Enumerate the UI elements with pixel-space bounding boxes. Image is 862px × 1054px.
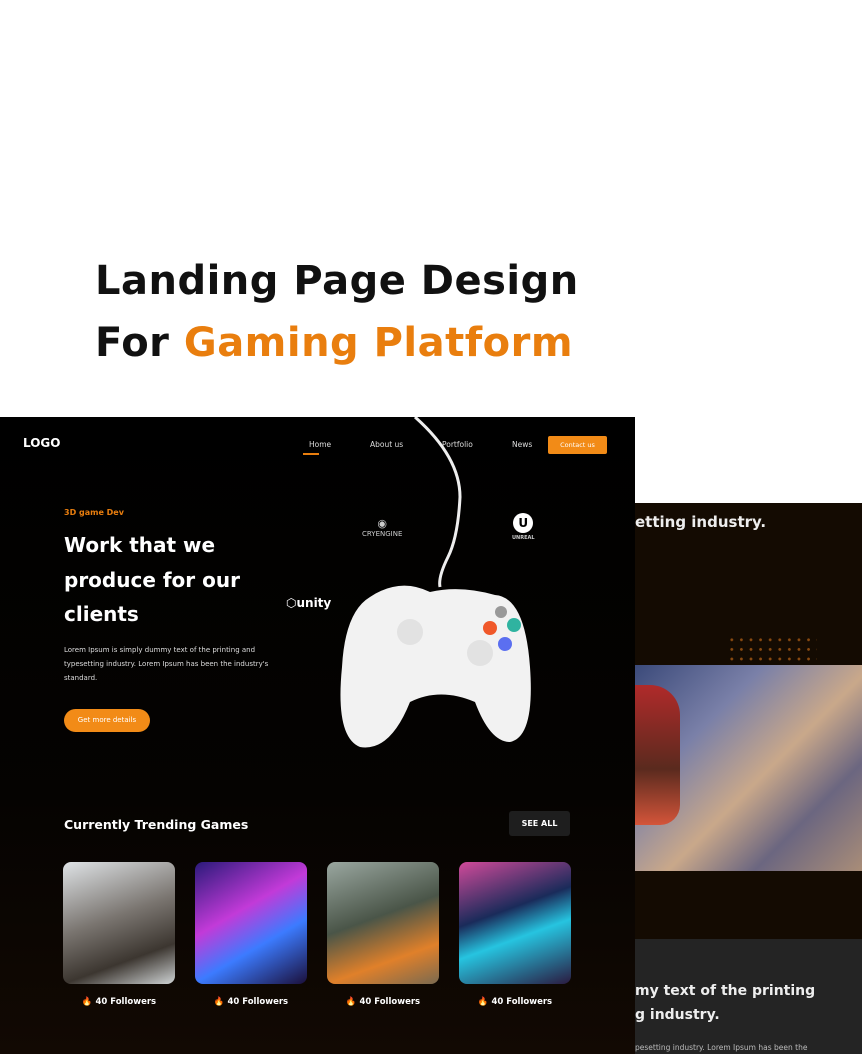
followers-count: 🔥 40 Followers <box>195 997 307 1007</box>
followers-count: 🔥 40 Followers <box>327 997 439 1007</box>
back-body: pesetting industry. Lorem Ipsum has been… <box>635 1043 808 1052</box>
nav-home[interactable]: Home <box>309 440 331 449</box>
fire-icon: 🔥 <box>477 997 489 1007</box>
followers-label: 40 Followers <box>227 997 289 1007</box>
back-heading2: g industry. <box>635 1007 720 1023</box>
back-preview-panel: etting industry. my text of the printing… <box>635 503 862 1054</box>
page-heading-line2: For Gaming Platform <box>95 320 573 366</box>
game-banner-image <box>635 665 862 871</box>
heading-prefix: For <box>95 320 170 366</box>
see-all-button[interactable]: SEE ALL <box>509 811 570 836</box>
unity-logo: ⬡unity <box>286 596 331 610</box>
followers-label: 40 Followers <box>491 997 553 1007</box>
hero-title: Work that we produce for our clients <box>64 533 240 626</box>
followers-count: 🔥 40 Followers <box>459 997 571 1007</box>
unity-label: unity <box>296 596 332 610</box>
back-text: etting industry. <box>635 513 767 531</box>
logo[interactable]: LOGO <box>23 436 60 450</box>
followers-label: 40 Followers <box>359 997 421 1007</box>
back-heading1: my text of the printing <box>635 983 816 999</box>
game-card[interactable] <box>195 862 307 984</box>
unity-icon: ⬡ <box>286 596 297 610</box>
heading-accent: Gaming Platform <box>183 320 574 366</box>
active-nav-indicator <box>303 453 319 455</box>
game-card[interactable] <box>327 862 439 984</box>
controller-image <box>340 417 531 748</box>
dot-pattern <box>727 635 817 665</box>
followers-count: 🔥 40 Followers <box>63 997 175 1007</box>
back-info-section: my text of the printing g industry. pese… <box>635 939 862 1054</box>
trending-title: Currently Trending Games <box>64 817 249 832</box>
fire-icon: 🔥 <box>345 997 357 1007</box>
hero-eyebrow: 3D game Dev <box>64 508 124 517</box>
page-heading-line1: Landing Page Design <box>95 258 579 304</box>
fire-icon: 🔥 <box>81 997 93 1007</box>
landing-page-preview: LOGO Home About us Portfolio News Contac… <box>0 417 635 1054</box>
get-details-button[interactable]: Get more details <box>64 709 150 732</box>
followers-label: 40 Followers <box>95 997 157 1007</box>
contact-button[interactable]: Contact us <box>548 436 607 454</box>
hero-description: Lorem Ipsum is simply dummy text of the … <box>64 646 269 682</box>
character-figure <box>635 685 680 825</box>
fire-icon: 🔥 <box>213 997 225 1007</box>
game-card[interactable] <box>63 862 175 984</box>
game-card[interactable] <box>459 862 571 984</box>
